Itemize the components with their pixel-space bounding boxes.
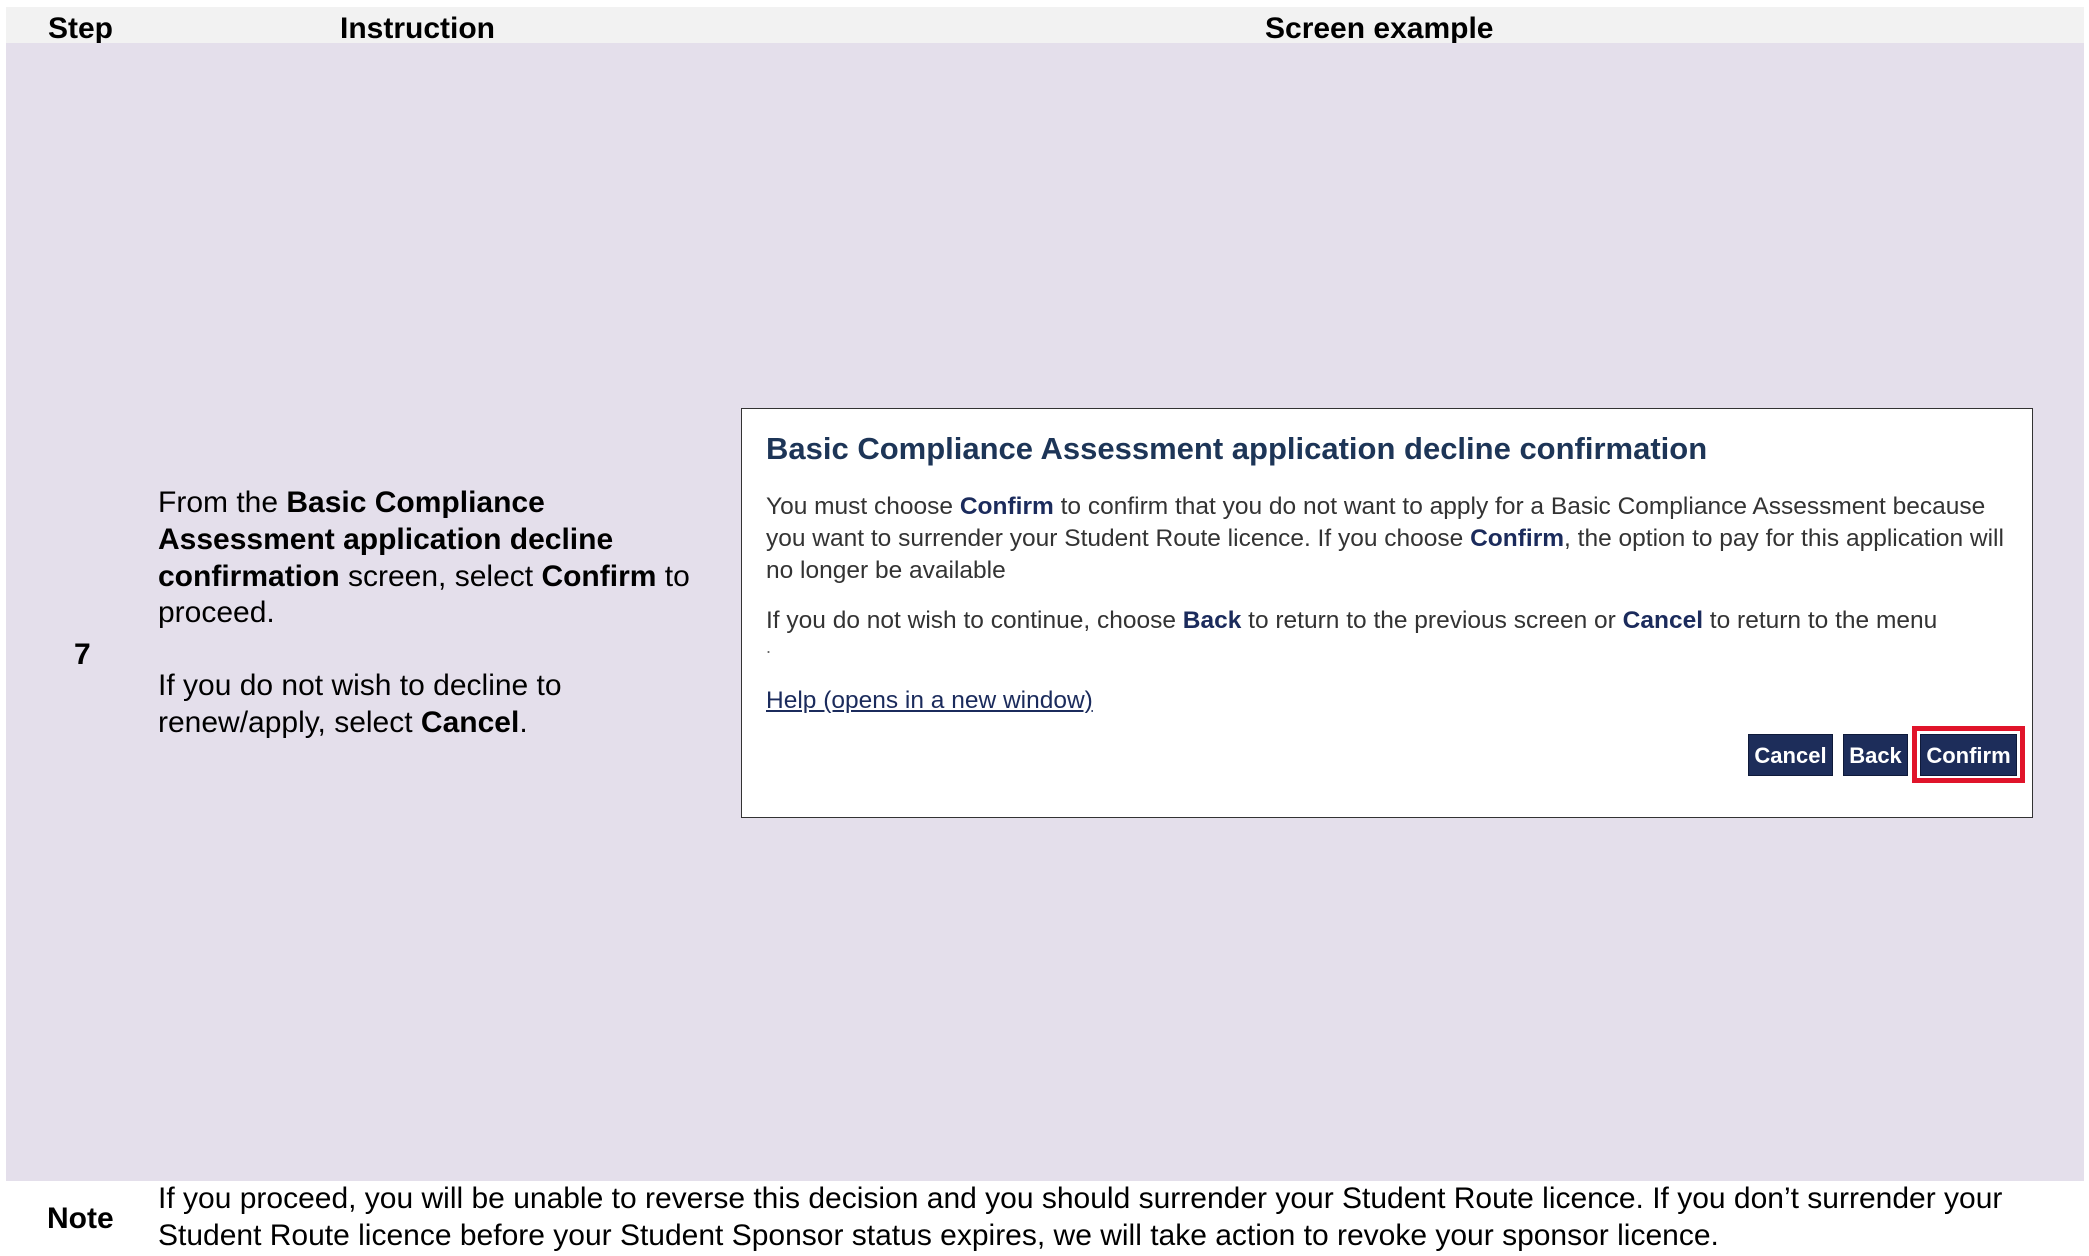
dialog-paragraph-1: You must choose Confirm to confirm that …	[766, 491, 2006, 587]
note-label: Note	[47, 1202, 114, 1235]
dialog-back-ref: Back	[1182, 607, 1242, 634]
instruction-cancel-ref: Cancel	[420, 705, 520, 739]
dialog-title: Basic Compliance Assessment application …	[766, 431, 1708, 466]
instruction-text: From the	[158, 486, 287, 519]
dialog-text: You must choose	[766, 493, 960, 520]
note-text: If you proceed, you will be unable to re…	[158, 1182, 2003, 1252]
confirm-button[interactable]: Confirm	[1920, 734, 2017, 776]
back-button[interactable]: Back	[1843, 734, 1908, 776]
table-row-step-7: 7 From the Basic Compliance Assessment a…	[6, 43, 2084, 1181]
instruction-cell: From the Basic Compliance Assessment app…	[158, 485, 698, 742]
dialog-cancel-ref: Cancel	[1622, 607, 1703, 634]
step-number: 7	[74, 638, 91, 671]
header-instruction: Instruction	[340, 12, 495, 45]
instruction-text: .	[519, 705, 528, 739]
help-link[interactable]: Help (opens in a new window)	[766, 685, 1093, 717]
instruction-page: Step Instruction Screen example 7 From t…	[0, 0, 2089, 1256]
instruction-paragraph-2: If you do not wish to decline to renew/a…	[158, 668, 698, 742]
dialog-text: If you do not wish to continue, choose	[766, 607, 1183, 634]
dialog-confirm-ref: Confirm	[1470, 525, 1565, 552]
dialog-confirm-ref: Confirm	[959, 493, 1054, 520]
header-step: Step	[48, 12, 114, 45]
instruction-text: screen, select	[339, 559, 542, 593]
header-screen-example: Screen example	[1265, 12, 1494, 45]
screen-example-dialog: Basic Compliance Assessment application …	[741, 408, 2033, 818]
note-row: Note If you proceed, you will be unable …	[6, 1181, 2084, 1256]
cancel-button[interactable]: Cancel	[1748, 734, 1833, 776]
instruction-confirm-ref: Confirm	[541, 559, 657, 593]
dialog-text: to return to the menu	[1703, 607, 1938, 634]
instruction-paragraph-1: From the Basic Compliance Assessment app…	[158, 485, 698, 632]
dialog-text: to return to the previous screen or	[1241, 607, 1623, 634]
dialog-paragraph-2: If you do not wish to continue, choose B…	[766, 605, 2006, 637]
table-header-row: Step Instruction Screen example	[6, 7, 2084, 45]
dialog-dot: .	[766, 637, 772, 657]
